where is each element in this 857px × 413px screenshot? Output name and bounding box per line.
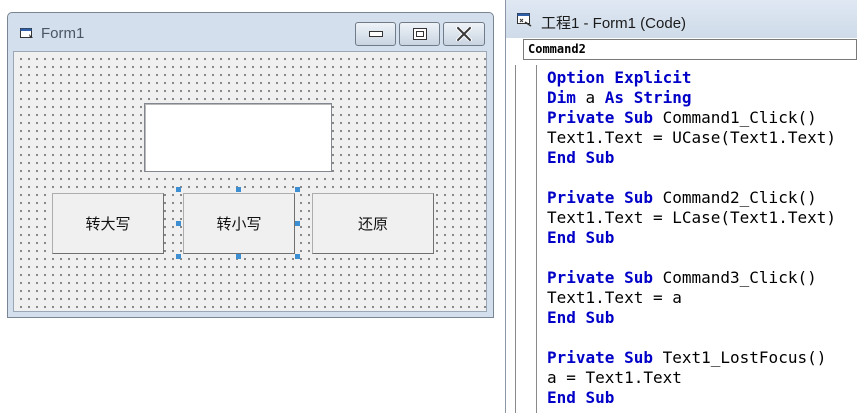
code-keyword: Option Explicit xyxy=(547,68,692,87)
code-window-title: 工程1 - Form1 (Code) xyxy=(541,15,687,32)
minimize-button[interactable] xyxy=(355,22,396,46)
form-client-area[interactable]: 转大写 转小写 还原 xyxy=(13,51,487,312)
code-margin-indicator-bar[interactable] xyxy=(515,65,537,413)
code-text: Text1.Text = a xyxy=(547,288,682,307)
resize-handle-sw[interactable] xyxy=(176,254,181,259)
resize-handle-ne[interactable] xyxy=(295,187,300,192)
form-designer-window[interactable]: Form1 转大写 转小写 还原 xyxy=(7,12,494,318)
resize-handle-e[interactable] xyxy=(295,221,300,226)
code-line[interactable] xyxy=(547,248,857,268)
maximize-icon xyxy=(412,28,427,40)
code-keyword: Private Sub xyxy=(547,348,663,367)
code-keyword: Dim xyxy=(547,88,586,107)
code-text: a = Text1.Text xyxy=(547,368,682,387)
code-line[interactable]: End Sub xyxy=(547,148,857,168)
code-text: Command2_Click() xyxy=(662,188,817,207)
code-text: Text1.Text = UCase(Text1.Text) xyxy=(547,128,836,147)
code-keyword: Private Sub xyxy=(547,108,663,127)
code-line[interactable]: Private Sub Command1_Click() xyxy=(547,108,857,128)
code-text: Text1.Text = LCase(Text1.Text) xyxy=(547,208,836,227)
code-line[interactable]: Text1.Text = UCase(Text1.Text) xyxy=(547,128,857,148)
resize-handle-n[interactable] xyxy=(236,187,241,192)
code-line[interactable]: Private Sub Command3_Click() xyxy=(547,268,857,288)
code-text: Command3_Click() xyxy=(662,268,817,287)
code-line[interactable]: End Sub xyxy=(547,228,857,248)
code-text: Text1_LostFocus() xyxy=(662,348,827,367)
resize-handle-w[interactable] xyxy=(176,221,181,226)
code-keyword: End Sub xyxy=(547,228,615,247)
text-box[interactable] xyxy=(144,103,332,172)
code-line[interactable]: Private Sub Command2_Click() xyxy=(547,188,857,208)
code-keyword: Private Sub xyxy=(547,188,663,207)
code-window-icon xyxy=(517,13,532,27)
resize-handle-se[interactable] xyxy=(295,254,300,259)
close-button[interactable] xyxy=(443,22,485,46)
form-icon xyxy=(20,28,33,38)
code-line[interactable]: Option Explicit xyxy=(547,68,857,88)
code-keyword: Private Sub xyxy=(547,268,663,287)
code-text: Command1_Click() xyxy=(662,108,817,127)
code-text: a xyxy=(585,88,605,107)
code-keyword: End Sub xyxy=(547,308,615,327)
code-line[interactable]: Private Sub Text1_LostFocus() xyxy=(547,348,857,368)
form-title: Form1 xyxy=(41,25,85,42)
code-keyword: As String xyxy=(604,88,692,107)
code-line[interactable]: a = Text1.Text xyxy=(547,368,857,388)
code-line[interactable]: Text1.Text = a xyxy=(547,288,857,308)
code-line[interactable] xyxy=(547,328,857,348)
code-line[interactable]: Dim a As String xyxy=(547,88,857,108)
resize-handle-nw[interactable] xyxy=(176,187,181,192)
minimize-icon xyxy=(368,31,383,37)
lowercase-button[interactable]: 转小写 xyxy=(183,193,295,254)
resize-handle-s[interactable] xyxy=(236,254,241,259)
object-dropdown[interactable]: Command2 xyxy=(523,39,857,60)
restore-button[interactable]: 还原 xyxy=(312,193,434,254)
close-icon xyxy=(456,27,472,41)
code-keyword: End Sub xyxy=(547,148,615,167)
code-keyword: End Sub xyxy=(547,388,615,407)
code-window-titlebar[interactable]: 工程1 - Form1 (Code) xyxy=(506,0,857,38)
uppercase-button[interactable]: 转大写 xyxy=(52,193,164,254)
code-line[interactable]: Text1.Text = LCase(Text1.Text) xyxy=(547,208,857,228)
code-editor[interactable]: Option Explicit Dim a As String Private Su… xyxy=(547,68,857,413)
code-line[interactable]: End Sub xyxy=(547,388,857,408)
code-window[interactable]: 工程1 - Form1 (Code) Command2 Option Expli… xyxy=(505,0,857,413)
code-line[interactable] xyxy=(547,168,857,188)
maximize-button[interactable] xyxy=(399,22,440,46)
code-line[interactable]: End Sub xyxy=(547,308,857,328)
